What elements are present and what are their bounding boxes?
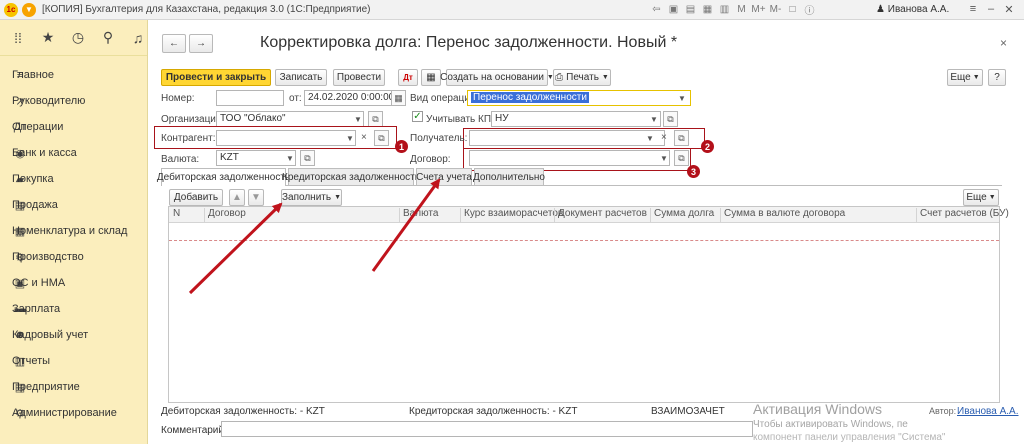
arrow-to-accounts-tab xyxy=(371,178,441,272)
arrow-to-fill-button xyxy=(188,202,283,295)
annotation-arrows xyxy=(188,178,441,295)
